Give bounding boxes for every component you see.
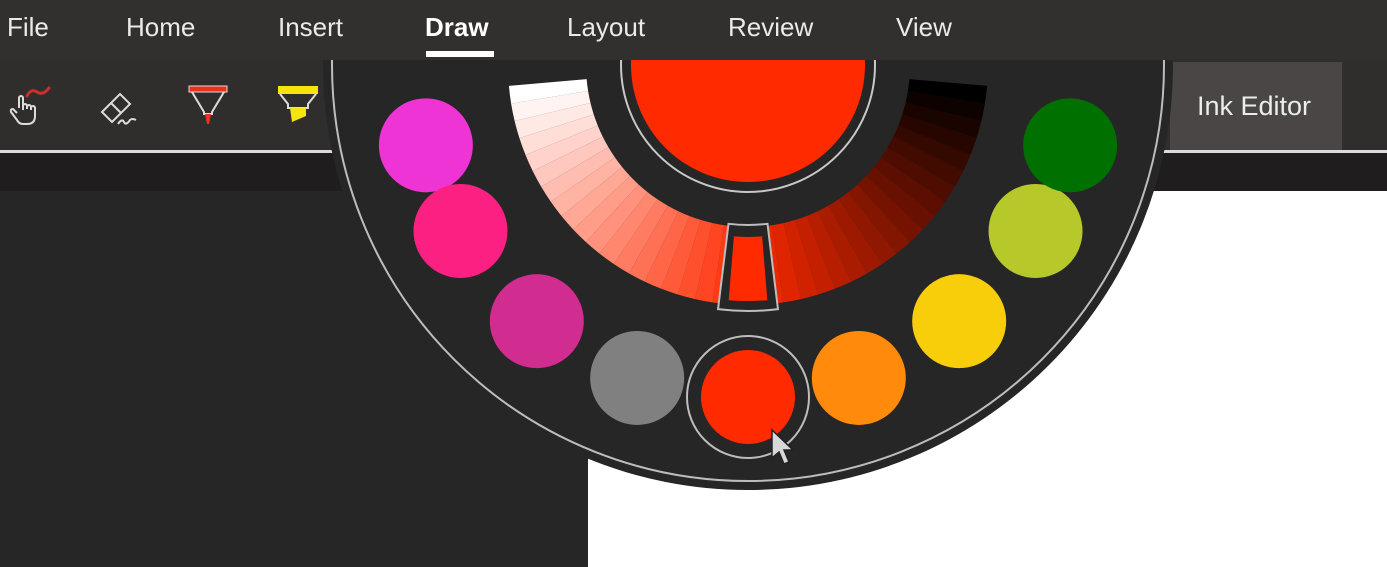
color-wheel [323, 60, 1173, 490]
shade-selector-fill [728, 236, 768, 301]
tab-view[interactable]: View [896, 10, 952, 44]
tab-layout[interactable]: Layout [567, 10, 645, 44]
swatch-green[interactable] [1023, 98, 1118, 193]
swatch-yellow[interactable] [912, 274, 1007, 369]
menu-bar: File Home Insert Draw Layout Review View [0, 0, 1387, 60]
swatch-magenta[interactable] [378, 98, 473, 193]
mouse-cursor-icon [771, 428, 795, 465]
shade-selector[interactable] [716, 222, 780, 312]
swatch-orchid[interactable] [489, 274, 584, 369]
tab-file[interactable]: File [7, 10, 49, 44]
active-tab-indicator [426, 51, 494, 57]
swatch-orange[interactable] [811, 330, 906, 425]
tab-review[interactable]: Review [728, 10, 813, 44]
swatch-yellow-green[interactable] [988, 184, 1083, 278]
tab-insert[interactable]: Insert [278, 10, 343, 44]
swatch-hot-pink[interactable] [413, 184, 508, 278]
tab-home[interactable]: Home [126, 10, 195, 44]
swatch-gray[interactable] [590, 330, 685, 425]
tab-draw[interactable]: Draw [425, 10, 489, 44]
